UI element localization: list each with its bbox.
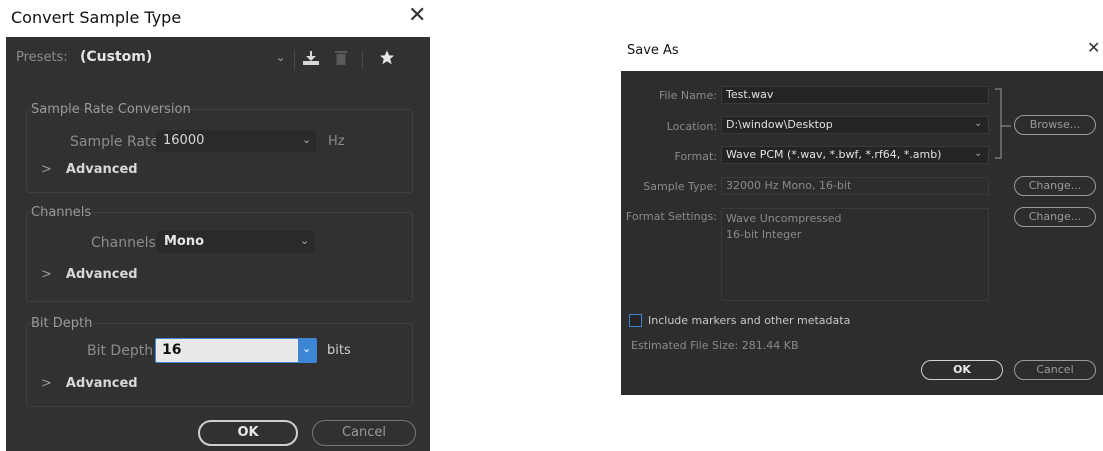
bit-depth-input[interactable]: 16 ⌄ xyxy=(155,338,317,363)
chevron-right-icon: > xyxy=(41,267,52,282)
include-markers-checkbox[interactable] xyxy=(629,314,642,327)
chevron-right-icon: > xyxy=(41,162,52,177)
sample-type-value: 32000 Hz Mono, 16-bit xyxy=(726,179,852,192)
format-value: Wave PCM (*.wav, *.bwf, *.rf64, *.amb) xyxy=(726,148,942,161)
sample-rate-dropdown[interactable]: 16000 ⌄ xyxy=(156,130,316,152)
browse-button[interactable]: Browse... xyxy=(1014,115,1096,135)
channels-label: Channels: xyxy=(91,235,161,251)
ok-button[interactable]: OK xyxy=(198,420,298,446)
advanced-label: Advanced xyxy=(65,267,138,282)
presets-dropdown[interactable]: (Custom) xyxy=(80,49,152,65)
change-sample-type-button[interactable]: Change... xyxy=(1014,176,1096,196)
file-name-value: Test.wav xyxy=(726,88,774,101)
convert-dialog-body: Presets: (Custom) ⌄ Sample Rate Conversi… xyxy=(6,37,430,451)
cancel-button[interactable]: Cancel xyxy=(312,420,416,446)
close-icon[interactable]: ✕ xyxy=(408,2,426,30)
presets-label: Presets: xyxy=(16,50,68,65)
ok-button[interactable]: OK xyxy=(921,360,1003,380)
save-as-dialog-body: File Name: Test.wav Location: D:\window\… xyxy=(621,71,1103,395)
save-as-dialog-title: Save As xyxy=(627,43,679,58)
group-title-bit-depth: Bit Depth xyxy=(31,316,93,331)
location-value: D:\window\Desktop xyxy=(726,118,833,131)
sample-rate-label: Sample Rate: xyxy=(70,134,164,150)
location-label: Location: xyxy=(666,120,717,133)
sample-rate-group: Sample Rate Conversion Sample Rate: 1600… xyxy=(26,102,413,193)
cancel-button[interactable]: Cancel xyxy=(1014,360,1096,380)
sample-rate-unit: Hz xyxy=(328,134,345,149)
channels-advanced-toggle[interactable]: > Advanced xyxy=(41,267,138,282)
location-dropdown[interactable]: D:\window\Desktop ⌄ xyxy=(721,116,989,134)
format-label: Format: xyxy=(674,150,717,163)
convert-dialog-title: Convert Sample Type xyxy=(11,8,182,27)
bit-depth-group: Bit Depth Bit Depth: 16 ⌄ bits > Advanced xyxy=(26,316,413,407)
bit-depth-value: 16 xyxy=(162,342,182,358)
group-title-channels: Channels xyxy=(31,205,92,220)
sample-type-field: 32000 Hz Mono, 16-bit xyxy=(721,177,989,195)
advanced-label: Advanced xyxy=(65,376,138,391)
divider xyxy=(294,51,295,69)
chevron-down-icon: ⌄ xyxy=(974,118,983,129)
bit-depth-dropdown-button[interactable]: ⌄ xyxy=(298,339,316,362)
change-format-settings-button[interactable]: Change... xyxy=(1014,207,1096,227)
trash-icon[interactable] xyxy=(335,50,347,65)
file-name-field[interactable]: Test.wav xyxy=(721,86,989,104)
bit-depth-label: Bit Depth: xyxy=(87,343,158,359)
presets-row: Presets: (Custom) ⌄ xyxy=(14,45,422,71)
channels-value: Mono xyxy=(164,234,205,249)
chevron-down-icon: ⌄ xyxy=(974,148,983,159)
bit-depth-unit: bits xyxy=(327,343,351,358)
channels-group: Channels Channels: Mono ⌄ > Advanced xyxy=(26,205,413,302)
format-settings-line1: Wave Uncompressed xyxy=(726,212,842,225)
group-title-sample-rate: Sample Rate Conversion xyxy=(31,102,191,117)
chevron-down-icon[interactable]: ⌄ xyxy=(276,51,285,64)
advanced-label: Advanced xyxy=(65,162,138,177)
bracket-connector xyxy=(995,88,1011,159)
save-preset-icon[interactable] xyxy=(302,50,320,66)
sample-rate-advanced-toggle[interactable]: > Advanced xyxy=(41,162,138,177)
format-dropdown[interactable]: Wave PCM (*.wav, *.bwf, *.rf64, *.amb) ⌄ xyxy=(721,146,989,164)
format-settings-label: Format Settings: xyxy=(625,210,717,223)
chevron-right-icon: > xyxy=(41,376,52,391)
close-icon[interactable]: ✕ xyxy=(1087,38,1100,57)
chevron-down-icon: ⌄ xyxy=(300,234,310,247)
file-name-label: File Name: xyxy=(658,89,717,102)
format-settings-box: Wave Uncompressed 16-bit Integer xyxy=(721,208,989,301)
chevron-down-icon: ⌄ xyxy=(302,342,312,355)
channels-dropdown[interactable]: Mono ⌄ xyxy=(157,231,315,253)
sample-rate-value: 16000 xyxy=(163,133,205,148)
format-settings-line2: 16-bit Integer xyxy=(726,228,802,241)
chevron-down-icon: ⌄ xyxy=(302,133,312,146)
divider xyxy=(362,51,363,69)
sample-type-label: Sample Type: xyxy=(643,180,717,193)
bit-depth-advanced-toggle[interactable]: > Advanced xyxy=(41,376,138,391)
estimated-file-size: Estimated File Size: 281.44 KB xyxy=(631,339,799,352)
star-icon[interactable] xyxy=(378,49,396,66)
include-markers-label: Include markers and other metadata xyxy=(648,314,851,327)
